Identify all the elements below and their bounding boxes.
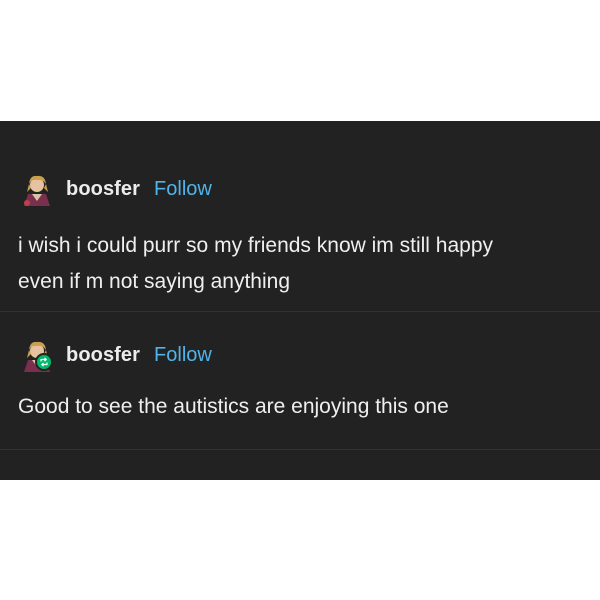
post-original: boosfer Follow i wish i could purr so my… (0, 121, 600, 312)
follow-button[interactable]: Follow (154, 344, 212, 367)
post-reblog: boosfer Follow Good to see the autistics… (0, 312, 600, 450)
post-text-line: Good to see the autistics are enjoying t… (18, 395, 449, 418)
post-text-line: i wish i could purr so my friends know i… (18, 234, 494, 257)
post-header: boosfer Follow (18, 337, 212, 373)
post-header: boosfer Follow (18, 171, 212, 207)
username[interactable]: boosfer (66, 344, 140, 367)
post-body: i wish i could purr so my friends know i… (18, 228, 578, 300)
post-text-line: even if m not saying anything (18, 270, 290, 293)
avatar-icon[interactable] (18, 336, 56, 374)
page: boosfer Follow i wish i could purr so my… (0, 0, 600, 600)
follow-button[interactable]: Follow (154, 178, 212, 201)
reblog-icon (35, 353, 53, 371)
username[interactable]: boosfer (66, 178, 140, 201)
post-body: Good to see the autistics are enjoying t… (18, 389, 578, 425)
post-thread: boosfer Follow i wish i could purr so my… (0, 121, 600, 480)
avatar-icon[interactable] (18, 170, 56, 208)
